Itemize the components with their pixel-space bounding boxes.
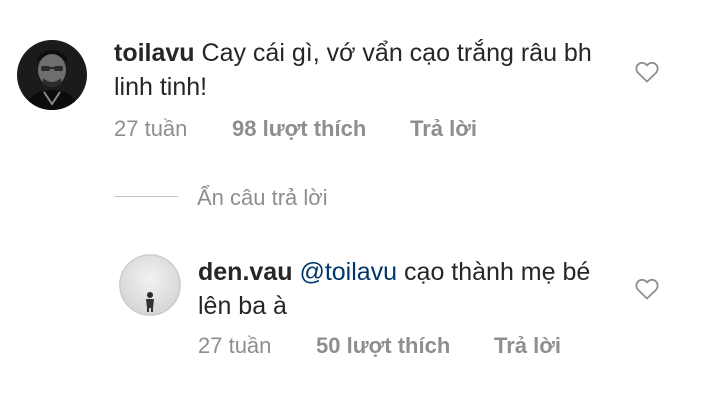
reply-mention-link[interactable]: @toilavu (299, 258, 397, 286)
likes-count-link[interactable]: 50 lượt thích (316, 332, 450, 360)
likes-count-link[interactable]: 98 lượt thích (232, 115, 366, 143)
reply-body: den.vau @toilavu cạo thành mẹ bé lên ba … (198, 255, 618, 323)
avatar-den-vau[interactable] (119, 254, 181, 316)
comment-thread: toilavu Cay cái gì, vớ vẩn cạo trắng râu… (0, 0, 702, 414)
like-heart-icon[interactable] (635, 61, 659, 83)
hide-replies-button[interactable]: Ẩn câu trả lời (197, 184, 328, 212)
reply-button[interactable]: Trả lời (494, 332, 561, 360)
comment-body: toilavu Cay cái gì, vớ vẩn cạo trắng râu… (114, 36, 614, 104)
avatar-toilavu[interactable] (17, 40, 87, 110)
comment-username[interactable]: toilavu (114, 39, 195, 67)
reply-button[interactable]: Trả lời (410, 115, 477, 143)
reply-time: 27 tuần (198, 333, 272, 358)
reply-username[interactable]: den.vau (198, 258, 292, 286)
like-heart-icon[interactable] (635, 278, 659, 300)
comment-time: 27 tuần (114, 116, 188, 141)
hide-replies-divider (114, 196, 178, 197)
